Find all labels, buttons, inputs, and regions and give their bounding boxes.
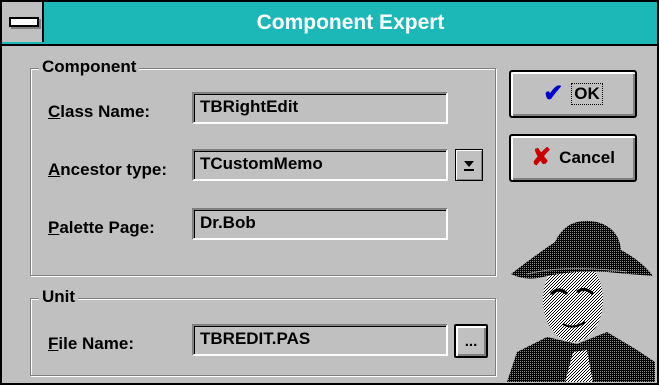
- component-expert-dialog: Component Expert Component Class Name: T…: [0, 0, 659, 385]
- file-name-label: File Name:: [48, 334, 134, 353]
- x-icon: ✘: [531, 144, 552, 171]
- portrait-image: [507, 220, 655, 382]
- ancestor-type-label: Ancestor type:: [48, 160, 168, 179]
- ancestor-type-dropdown-button[interactable]: [455, 149, 483, 181]
- cancel-button[interactable]: ✘ Cancel: [509, 134, 637, 182]
- ok-button[interactable]: ✔ OK: [509, 70, 637, 118]
- palette-page-field[interactable]: Dr.Bob: [192, 208, 448, 240]
- palette-page-label: Palette Page:: [48, 218, 155, 237]
- dropdown-arrow-icon: [464, 161, 474, 171]
- system-menu-icon[interactable]: [2, 2, 44, 42]
- window-title: Component Expert: [256, 11, 445, 34]
- browse-button[interactable]: ...: [454, 324, 488, 358]
- unit-group-legend: Unit: [39, 287, 79, 307]
- title-bar: Component Expert: [2, 2, 657, 46]
- class-name-field[interactable]: TBRightEdit: [192, 92, 448, 124]
- component-group-legend: Component: [39, 57, 140, 77]
- checkmark-icon: ✔: [543, 80, 564, 107]
- ancestor-type-select[interactable]: TCustomMemo: [192, 149, 448, 181]
- file-name-field[interactable]: TBREDIT.PAS: [192, 324, 448, 356]
- ok-button-label: OK: [571, 83, 603, 105]
- cancel-button-label: Cancel: [559, 148, 615, 167]
- class-name-label: Class Name:: [48, 102, 151, 121]
